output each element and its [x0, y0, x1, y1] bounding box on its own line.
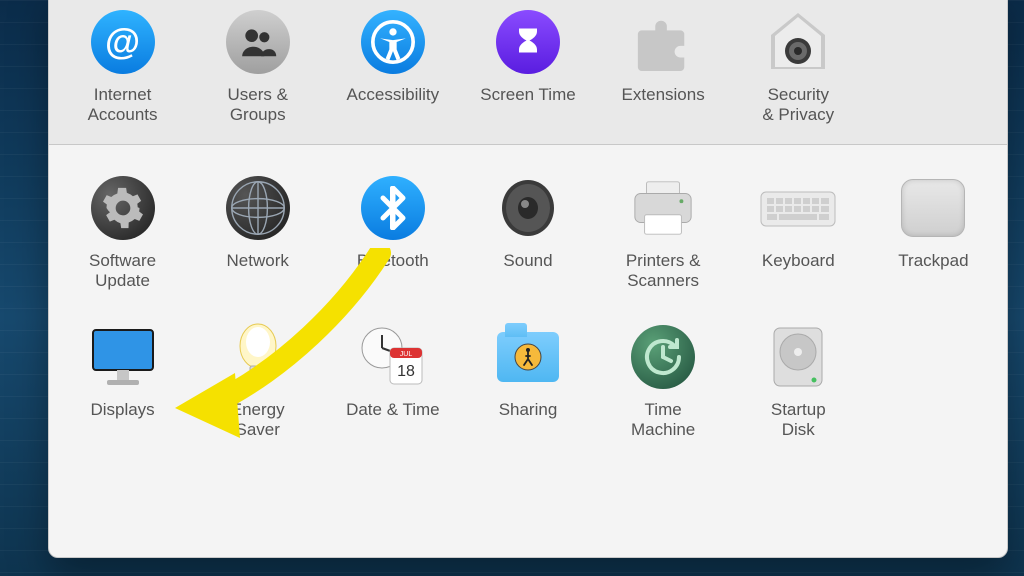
pref-security-privacy[interactable]: Security & Privacy [731, 7, 866, 126]
pref-users-groups[interactable]: Users & Groups [190, 7, 325, 126]
accessibility-icon [361, 10, 425, 74]
pref-keyboard[interactable]: Keyboard [731, 173, 866, 292]
printer-icon [631, 176, 695, 240]
pref-internet-accounts[interactable]: @ Internet Accounts [55, 7, 190, 126]
pref-label: Software Update [89, 251, 156, 292]
speaker-icon [496, 176, 560, 240]
disk-icon [770, 324, 826, 390]
puzzle-icon [631, 12, 695, 72]
bluetooth-icon [361, 176, 425, 240]
gear-icon [91, 176, 155, 240]
users-icon [226, 10, 290, 74]
trackpad-icon [901, 179, 965, 237]
display-icon [89, 326, 157, 388]
pref-label: Users & Groups [227, 85, 287, 126]
pref-label: Startup Disk [771, 400, 826, 441]
pref-accessibility[interactable]: Accessibility [325, 7, 460, 126]
pref-label: Date & Time [346, 400, 440, 420]
pref-label: Displays [90, 400, 154, 420]
pref-network[interactable]: Network [190, 173, 325, 292]
pref-bluetooth[interactable]: Bluetooth [325, 173, 460, 292]
pref-time-machine[interactable]: Time Machine [596, 322, 731, 441]
pref-sound[interactable]: Sound [460, 173, 595, 292]
house-safe-icon [765, 9, 831, 75]
pref-label: Extensions [622, 85, 705, 105]
pref-displays[interactable]: Displays [55, 322, 190, 441]
pref-trackpad[interactable]: Trackpad [866, 173, 1001, 292]
pref-date-time[interactable]: JUL 18 Date & Time [325, 322, 460, 441]
month-text: JUL [400, 351, 413, 358]
pref-label: Sharing [499, 400, 558, 420]
pref-label: Network [227, 251, 289, 271]
pref-sharing[interactable]: Sharing [460, 322, 595, 441]
hourglass-icon [496, 10, 560, 74]
prefs-row-5-6: Software Update Network Bluetooth Sound [49, 145, 1007, 459]
pref-energy-saver[interactable]: Energy Saver [190, 322, 325, 441]
keyboard-icon [759, 181, 837, 235]
time-machine-icon [631, 325, 695, 389]
pref-label: Keyboard [762, 251, 835, 271]
bulb-icon [233, 322, 283, 392]
pref-label: Internet Accounts [88, 85, 158, 126]
system-preferences-window: @ Internet Accounts Users & Groups Acces… [48, 0, 1008, 558]
pref-label: Energy Saver [231, 400, 285, 441]
pref-label: Printers & Scanners [626, 251, 701, 292]
pref-label: Bluetooth [357, 251, 429, 271]
pref-label: Accessibility [347, 85, 440, 105]
pref-startup-disk[interactable]: Startup Disk [731, 322, 866, 441]
pref-extensions[interactable]: Extensions [596, 7, 731, 126]
prefs-row-4: @ Internet Accounts Users & Groups Acces… [49, 0, 1007, 145]
pref-label: Sound [503, 251, 552, 271]
clock-calendar-icon: JUL 18 [360, 326, 426, 388]
day-text: 18 [397, 363, 415, 380]
pref-label: Trackpad [898, 251, 968, 271]
pref-label: Security & Privacy [762, 85, 834, 126]
folder-walk-icon [497, 332, 559, 382]
pref-label: Time Machine [631, 400, 695, 441]
pref-software-update[interactable]: Software Update [55, 173, 190, 292]
at-sign-icon: @ [91, 10, 155, 74]
pref-printers-scanners[interactable]: Printers & Scanners [596, 173, 731, 292]
pref-label: Screen Time [480, 85, 575, 105]
pref-screen-time[interactable]: Screen Time [460, 7, 595, 126]
globe-icon [226, 176, 290, 240]
